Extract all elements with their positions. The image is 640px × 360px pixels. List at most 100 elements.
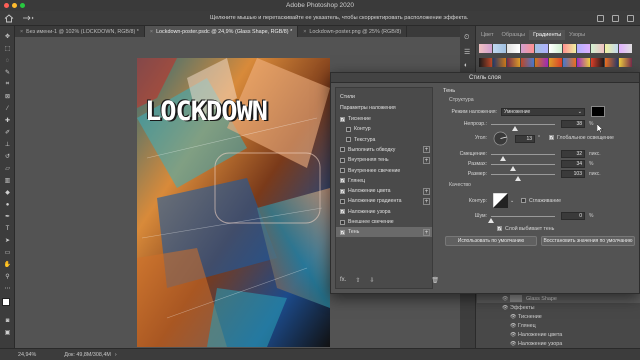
move-tool-preset-icon[interactable] <box>22 14 34 22</box>
contour-picker[interactable] <box>493 193 508 208</box>
gradient-swatch[interactable] <box>619 58 632 67</box>
healing-brush-tool-icon[interactable]: ✚ <box>3 116 12 125</box>
size-slider[interactable] <box>491 174 555 181</box>
antialias-checkbox[interactable] <box>521 198 526 203</box>
arrow-up-icon[interactable]: ⇧ <box>355 277 360 284</box>
style-checkbox[interactable]: ✓ <box>340 209 345 215</box>
workspace-icon[interactable] <box>612 14 619 22</box>
zoom-tool-icon[interactable]: ⚲ <box>3 272 12 281</box>
dodge-tool-icon[interactable]: ● <box>3 200 12 209</box>
close-tab-icon[interactable]: × <box>150 29 153 35</box>
path-selection-tool-icon[interactable]: ➤ <box>3 236 12 245</box>
opacity-slider[interactable] <box>491 124 555 131</box>
style-item[interactable]: Текстура <box>336 135 432 145</box>
global-light-checkbox[interactable]: ✓ <box>549 135 554 140</box>
spread-input[interactable]: 34 <box>561 160 585 168</box>
noise-input[interactable]: 0 <box>561 212 585 220</box>
style-checkbox[interactable]: ✓ <box>340 188 345 194</box>
style-item[interactable]: Внутреннее свечение <box>336 166 432 176</box>
doc-size[interactable]: Док: 49,8M/308,4M <box>64 352 111 358</box>
knockout-checkbox[interactable]: ✓ <box>497 226 502 231</box>
size-slider-thumb[interactable] <box>514 176 521 181</box>
style-checkbox[interactable] <box>340 198 345 204</box>
quick-mask-icon[interactable]: ◙ <box>3 316 12 325</box>
style-checkbox[interactable]: ✓ <box>340 229 345 235</box>
eyedropper-tool-icon[interactable]: ⁄ <box>3 104 12 113</box>
frame-tool-icon[interactable]: ⊠ <box>3 92 12 101</box>
tab-patterns[interactable]: Узоры <box>565 30 589 40</box>
fx-menu-button[interactable]: fx. <box>340 277 346 284</box>
style-checkbox[interactable] <box>346 126 351 132</box>
style-item[interactable]: ✓ Тень + <box>336 227 432 238</box>
clone-stamp-tool-icon[interactable]: ⊥ <box>3 140 12 149</box>
style-item[interactable]: ✓ Наложение цвета + <box>336 186 432 196</box>
make-default-button[interactable]: Использовать по умолчанию <box>445 236 537 246</box>
gradient-swatch[interactable] <box>591 44 604 53</box>
effect-row[interactable]: 👁 Тиснение <box>477 312 640 321</box>
more-tools-icon[interactable]: ⋯ <box>3 284 12 293</box>
styles-header[interactable]: Стили <box>336 92 432 102</box>
visibility-eye-icon[interactable]: 👁 <box>510 323 518 329</box>
tab-gradients[interactable]: Градиенты <box>529 30 566 40</box>
effect-row[interactable]: 👁 Наложение узора <box>477 339 640 348</box>
effect-row[interactable]: 👁 Наложение цвета <box>477 330 640 339</box>
marquee-tool-icon[interactable]: ⬚ <box>3 44 12 53</box>
history-brush-tool-icon[interactable]: ↺ <box>3 152 12 161</box>
poster-title[interactable]: LOCKDOWN <box>145 96 268 127</box>
properties-panel-icon[interactable]: ☰ <box>464 48 470 56</box>
style-item[interactable]: Внутренняя тень + <box>336 155 432 165</box>
add-style-instance-button[interactable]: + <box>423 156 430 164</box>
foreground-color-swatch[interactable] <box>2 298 10 306</box>
pen-tool-icon[interactable]: ✒ <box>3 212 12 221</box>
spread-slider[interactable] <box>491 164 555 171</box>
move-tool-icon[interactable]: ✥ <box>3 32 12 41</box>
lasso-tool-icon[interactable]: ◌ <box>3 56 12 65</box>
type-tool-icon[interactable]: T <box>3 224 12 233</box>
style-item[interactable]: Внешнее свечение <box>336 217 432 227</box>
gradient-swatch[interactable] <box>563 44 576 53</box>
noise-slider[interactable] <box>488 216 555 223</box>
screen-mode-icon[interactable]: ▣ <box>3 328 12 337</box>
style-item[interactable]: Наложение градиента + <box>336 196 432 206</box>
share-icon[interactable] <box>627 14 634 22</box>
add-style-instance-button[interactable]: + <box>423 228 430 236</box>
doc-tab[interactable]: × Без имени-1 @ 102% (LOCKDOWN, RGB/8) * <box>15 26 145 37</box>
visibility-eye-icon[interactable]: 👁 <box>502 305 510 311</box>
reset-default-button[interactable]: Восстановить значения по умолчанию <box>541 236 635 246</box>
gradient-swatch[interactable] <box>577 58 590 67</box>
add-style-instance-button[interactable]: + <box>423 146 430 154</box>
gradient-tool-icon[interactable]: ▥ <box>3 176 12 185</box>
gradient-swatch[interactable] <box>521 58 534 67</box>
effect-row[interactable]: 👁 Глянец <box>477 321 640 330</box>
gradient-swatch[interactable] <box>577 44 590 53</box>
angle-dial[interactable] <box>493 131 508 146</box>
gradient-swatch[interactable] <box>493 58 506 67</box>
gradient-swatch[interactable] <box>563 58 576 67</box>
doc-tab-active[interactable]: × Lockdown-poster.psdc @ 24,9% (Glass Sha… <box>144 26 299 37</box>
style-checkbox[interactable] <box>346 137 351 143</box>
gradient-swatch[interactable] <box>479 58 492 67</box>
gradient-swatch[interactable] <box>549 58 562 67</box>
eraser-tool-icon[interactable]: ▱ <box>3 164 12 173</box>
quick-select-tool-icon[interactable]: ✎ <box>3 68 12 77</box>
style-item[interactable]: Выполнить обводку + <box>336 145 432 155</box>
style-checkbox[interactable] <box>340 219 345 225</box>
arrow-down-icon[interactable]: ⇩ <box>369 277 374 284</box>
trash-icon[interactable]: 🗑 <box>431 277 439 284</box>
style-checkbox[interactable]: ✓ <box>340 116 345 122</box>
zoom-level[interactable]: 24,94% <box>18 352 36 358</box>
style-item[interactable]: ✓ Тиснение <box>336 114 432 124</box>
gradient-swatch[interactable] <box>605 44 618 53</box>
chevron-right-icon[interactable]: › <box>115 352 117 358</box>
style-item[interactable]: ✓ Глянец <box>336 176 432 186</box>
home-icon[interactable] <box>4 13 14 23</box>
gradient-swatch[interactable] <box>535 58 548 67</box>
close-tab-icon[interactable]: × <box>303 29 306 35</box>
style-checkbox[interactable] <box>340 157 345 163</box>
visibility-eye-icon[interactable]: 👁 <box>510 341 518 347</box>
gradient-swatch[interactable] <box>591 58 604 67</box>
gradient-swatch[interactable] <box>535 44 548 53</box>
layer-row[interactable]: 👁 Glass Shape <box>477 294 640 303</box>
canvas-poster[interactable]: LOCKDOWN <box>137 58 330 347</box>
shadow-color-swatch[interactable] <box>591 106 605 117</box>
